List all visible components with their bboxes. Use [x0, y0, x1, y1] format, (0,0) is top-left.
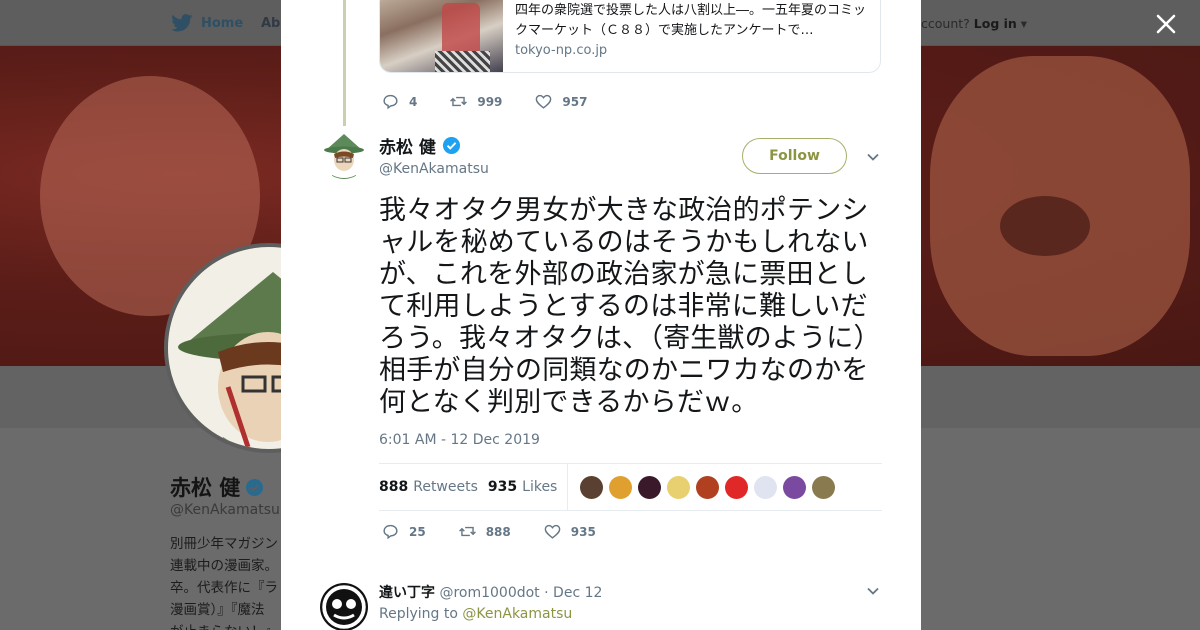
tweet-timestamp[interactable]: 6:01 AM - 12 Dec 2019 — [379, 432, 540, 448]
tweet-stats: 888 Retweets 935 Likes — [379, 463, 882, 511]
bio-line: 卒。代表作に『ラ — [170, 580, 278, 596]
tweet-actions: 25 888 935 — [381, 522, 628, 541]
retweet-button[interactable]: 999 — [449, 92, 502, 111]
author-name-text: 赤松 健 — [379, 138, 436, 158]
tweet-author-avatar[interactable] — [320, 131, 368, 179]
bio-line: が止まらない！』 — [170, 621, 290, 630]
liker-avatar[interactable] — [696, 475, 720, 499]
liker-avatar[interactable] — [783, 475, 807, 499]
retweet-button[interactable]: 888 — [458, 522, 511, 541]
nav-home-label: Home — [201, 15, 244, 31]
retweets-stat[interactable]: 888 Retweets — [379, 479, 478, 495]
profile-name: 赤松 健 — [170, 472, 264, 502]
reply-date[interactable]: Dec 12 — [553, 585, 602, 601]
likes-stat-label: Likes — [522, 479, 558, 495]
retweet-icon — [458, 526, 476, 537]
stats-divider — [567, 463, 569, 511]
thread-connector — [343, 0, 346, 126]
tweet-author-handle[interactable]: @KenAkamatsu — [379, 161, 489, 177]
liker-avatar[interactable] — [609, 475, 633, 499]
close-icon[interactable] — [1152, 10, 1180, 38]
twitter-bird-icon — [171, 14, 193, 32]
liker-avatar[interactable] — [754, 475, 778, 499]
chevron-down-icon[interactable] — [866, 584, 880, 598]
replying-to-link[interactable]: @KenAkamatsu — [462, 606, 572, 622]
heart-icon — [544, 524, 561, 539]
retweet-count: 888 — [485, 524, 511, 539]
likes-stat-count: 935 — [487, 479, 518, 495]
follow-button[interactable]: Follow — [742, 138, 847, 174]
like-button[interactable]: 957 — [534, 92, 587, 111]
tweet-text: 我々オタク男女が大きな政治的ポテンシャルを秘めているのはそうかもしれないが、これ… — [379, 195, 881, 418]
like-count: 935 — [570, 524, 596, 539]
prev-tweet-actions: 4 999 957 — [381, 92, 619, 111]
reply-icon — [383, 94, 398, 110]
heart-icon — [536, 94, 552, 109]
replying-to: Replying to @KenAkamatsu — [379, 606, 572, 622]
reply-author-name[interactable]: 違い丁字 — [379, 585, 435, 601]
reply-author-handle[interactable]: @rom1000dot — [439, 585, 539, 601]
reply-separator: · — [544, 585, 549, 601]
card-thumbnail — [380, 0, 503, 72]
caret-down-icon: ▾ — [1020, 16, 1028, 31]
retweets-stat-label: Retweets — [413, 479, 478, 495]
profile-bio: 別冊少年マガジン 連載中の漫画家。 卒。代表作に『ラ 漫画賞）』『魔法 が止まら… — [170, 533, 290, 630]
liker-avatar[interactable] — [725, 475, 749, 499]
profile-handle[interactable]: @KenAkamatsu — [170, 502, 280, 518]
verified-badge-icon — [442, 136, 460, 155]
reply-button[interactable]: 25 — [381, 522, 426, 541]
tweet-modal: 四年の衆院選で投票した人は八割以上―。一五年夏のコミックマーケット（Ｃ８８）で実… — [281, 0, 921, 630]
bio-line: 漫画賞）』『魔法 — [170, 602, 265, 618]
tweet-author-name[interactable]: 赤松 健 — [379, 133, 461, 158]
reply-count: 25 — [409, 524, 426, 539]
liker-avatar[interactable] — [667, 475, 691, 499]
bio-line: 別冊少年マガジン — [170, 536, 278, 552]
retweet-icon — [450, 96, 468, 107]
reply-count: 4 — [409, 94, 418, 109]
retweet-count: 999 — [477, 94, 503, 109]
liker-avatar[interactable] — [580, 475, 604, 499]
liker-avatar[interactable] — [638, 475, 662, 499]
retweets-stat-count: 888 — [379, 479, 409, 495]
bio-line: 連載中の漫画家。 — [170, 558, 278, 574]
reply-author-avatar[interactable] — [320, 583, 368, 630]
profile-name-text: 赤松 健 — [170, 476, 241, 500]
reply-header: 違い丁字 @rom1000dot · Dec 12 — [379, 582, 602, 602]
account-login[interactable]: ccount? Log in ▾ — [921, 16, 1027, 31]
card-description: 四年の衆院選で投票した人は八割以上―。一五年夏のコミックマーケット（Ｃ８８）で実… — [515, 1, 870, 41]
card-domain: tokyo-np.co.jp — [515, 43, 608, 58]
login-link[interactable]: Log in — [974, 16, 1017, 31]
liker-avatar[interactable] — [812, 475, 836, 499]
chevron-down-icon[interactable] — [866, 150, 880, 164]
reply-icon — [383, 524, 398, 540]
reply-button[interactable]: 4 — [381, 92, 417, 111]
account-prompt: ccount? — [921, 16, 970, 31]
like-button[interactable]: 935 — [543, 522, 596, 541]
liker-avatars — [580, 475, 836, 499]
like-count: 957 — [562, 94, 588, 109]
verified-badge-icon — [246, 478, 264, 496]
card-description-text: 四年の衆院選で投票した人は八割以上―。一五年夏のコミックマーケット（Ｃ８８）で実… — [515, 3, 867, 38]
likes-stat[interactable]: 935 Likes — [488, 479, 557, 495]
replying-prefix: Replying to — [379, 606, 458, 622]
nav-home[interactable]: Home — [171, 14, 243, 32]
quoted-link-card[interactable]: 四年の衆院選で投票した人は八割以上―。一五年夏のコミックマーケット（Ｃ８８）で実… — [379, 0, 881, 73]
